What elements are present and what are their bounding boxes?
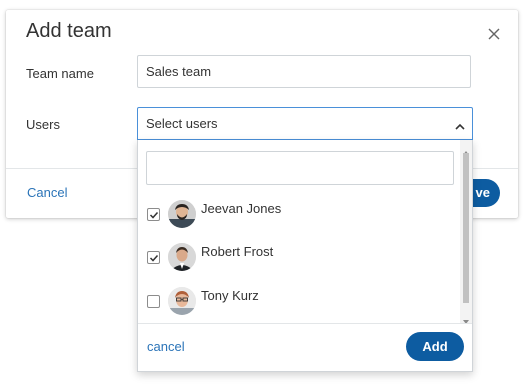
- avatar: [168, 243, 196, 271]
- users-label: Users: [26, 117, 60, 132]
- users-search-input[interactable]: [146, 151, 454, 185]
- modal-title: Add team: [26, 20, 112, 42]
- cancel-button[interactable]: Cancel: [27, 185, 67, 200]
- user-option-name: Tony Kurz: [201, 288, 259, 303]
- avatar: [168, 200, 196, 228]
- user-checkbox[interactable]: [147, 251, 160, 264]
- chevron-up-icon: [454, 119, 466, 130]
- user-option-jeevan-jones[interactable]: Jeevan Jones: [138, 198, 458, 234]
- stage: Add team Team name Users Cancel ve Selec…: [0, 0, 524, 384]
- scrollbar-thumb[interactable]: [463, 153, 469, 303]
- scroll-down-arrow-icon[interactable]: [462, 312, 470, 324]
- dropdown-scrollbar[interactable]: [460, 140, 472, 324]
- checkmark-icon: [149, 254, 159, 262]
- close-icon[interactable]: [486, 26, 502, 42]
- add-button[interactable]: Add: [406, 332, 464, 361]
- user-option-robert-frost[interactable]: Robert Frost: [138, 241, 458, 277]
- users-select-placeholder: Select users: [146, 116, 218, 131]
- user-checkbox[interactable]: [147, 295, 160, 308]
- user-option-tony-kurz[interactable]: Tony Kurz: [138, 285, 458, 321]
- users-dropdown: Jeevan Jones Robert Frost Tony Kurz canc…: [137, 140, 473, 372]
- team-name-label: Team name: [26, 66, 94, 81]
- dropdown-cancel-button[interactable]: cancel: [147, 339, 185, 354]
- user-option-name: Robert Frost: [201, 244, 274, 259]
- scroll-up-arrow-icon[interactable]: [462, 143, 470, 155]
- user-checkbox[interactable]: [147, 208, 160, 221]
- avatar: [168, 287, 196, 315]
- dropdown-footer-divider: [138, 323, 472, 324]
- user-option-name: Jeevan Jones: [201, 201, 282, 216]
- team-name-input[interactable]: [137, 55, 471, 88]
- users-select[interactable]: Select users: [137, 107, 473, 140]
- checkmark-icon: [149, 211, 159, 219]
